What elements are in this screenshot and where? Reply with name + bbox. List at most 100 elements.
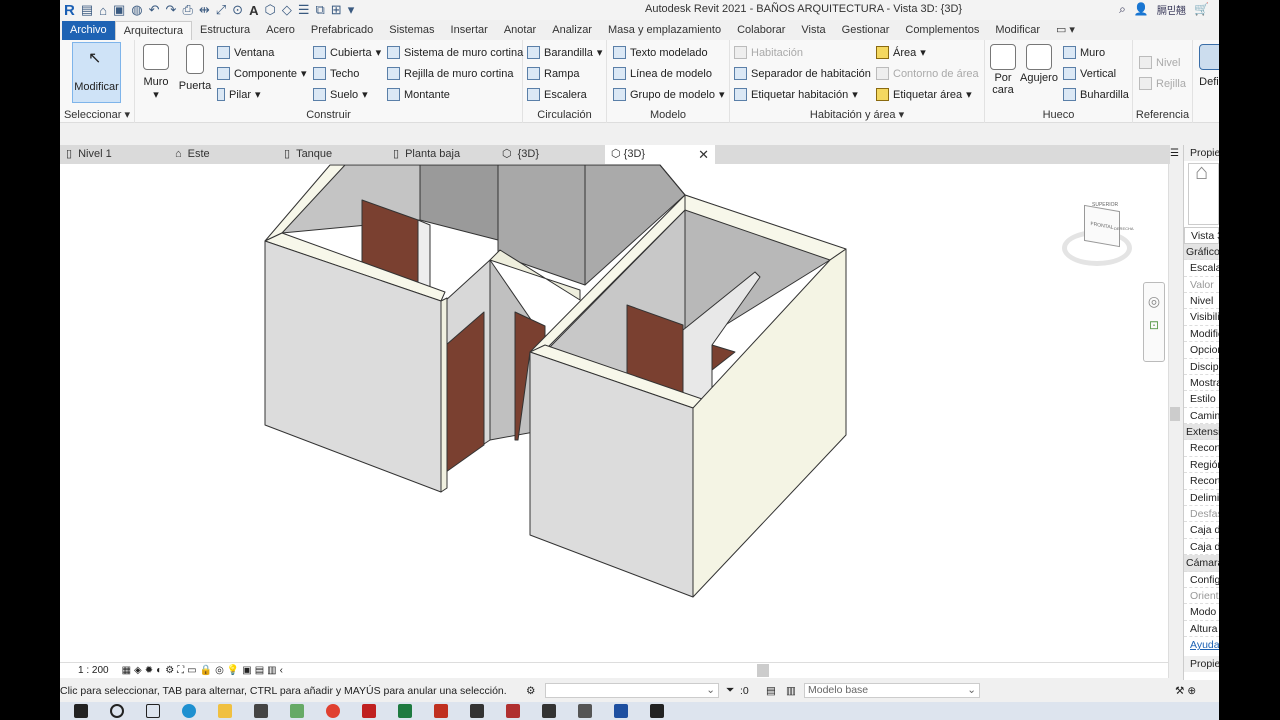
text-icon[interactable]: A — [249, 3, 258, 18]
horizontal-scroll-thumb[interactable] — [757, 664, 769, 677]
stair-button[interactable]: Escalera — [527, 88, 587, 101]
binoculars-icon[interactable]: ⌕ — [1119, 2, 1126, 17]
property-row[interactable]: Orientación — [1184, 588, 1219, 605]
room-separator-button[interactable]: Separador de habitación — [734, 67, 871, 80]
zoom-icon[interactable]: ⊡ — [1144, 318, 1164, 332]
view-tab-este[interactable]: ⌂ Este — [169, 145, 278, 164]
home-icon[interactable]: ▤ — [81, 2, 93, 18]
editable-only-icon[interactable]: ▤ — [766, 685, 776, 697]
crop-view-icon[interactable]: ⛶ — [177, 665, 184, 676]
view-tab-3d-active[interactable]: ⬡ {3D} ✕ — [605, 145, 715, 164]
wall-opening-button[interactable]: Muro — [1063, 46, 1105, 59]
viewcube-right-label[interactable]: DERECHA — [1114, 226, 1134, 231]
sync-icon[interactable]: ◍ — [131, 2, 142, 18]
door-button[interactable]: Puerta — [177, 44, 213, 92]
cart-icon[interactable]: 🛒 — [1194, 2, 1209, 17]
print-icon[interactable]: ⎙ — [182, 2, 192, 18]
thin-lines-icon[interactable]: ☰ — [298, 2, 310, 18]
tab-acero[interactable]: Acero — [258, 21, 303, 40]
worksets-icon[interactable]: ⚙ — [526, 685, 535, 697]
app-icon[interactable] — [506, 704, 520, 718]
constraints-icon[interactable]: ▥ — [267, 665, 276, 676]
excel-icon[interactable] — [398, 704, 412, 718]
railing-button[interactable]: Barandilla ▾ — [527, 46, 602, 59]
tag-icon[interactable]: ⊙ — [232, 2, 243, 18]
property-row[interactable]: Escala — [1184, 260, 1219, 277]
seleccionar-dropdown[interactable]: Seleccionar ▾ — [60, 108, 134, 121]
property-group[interactable]: Gráficos — [1184, 243, 1219, 261]
shaft-button[interactable]: Agujero — [1019, 44, 1059, 84]
switch-windows-icon[interactable]: ⊞ — [331, 2, 342, 18]
tab-archivo[interactable]: Archivo — [62, 21, 115, 40]
property-row[interactable]: Valor — [1184, 277, 1219, 293]
tab-analizar[interactable]: Analizar — [544, 21, 600, 40]
view-scale[interactable]: 1 : 200 — [78, 665, 109, 676]
user-icon[interactable]: 👤 — [1134, 2, 1149, 17]
steering-wheel-icon[interactable]: ◎ — [1144, 293, 1164, 310]
tab-anotar[interactable]: Anotar — [496, 21, 544, 40]
hide-isolate-icon[interactable]: ◎ — [215, 665, 224, 676]
tab-arquitectura[interactable]: Arquitectura — [114, 21, 192, 40]
visual-style-icon[interactable]: ◈ — [134, 665, 142, 676]
shadows-icon[interactable]: ◐ — [156, 665, 162, 676]
collapse-icon[interactable]: ‹ — [280, 665, 283, 676]
tabs-menu-icon[interactable]: ☰ — [1170, 148, 1179, 159]
property-group[interactable]: Cámara — [1184, 555, 1219, 572]
vertical-opening-button[interactable]: Vertical — [1063, 67, 1116, 80]
view-tab-tanque[interactable]: ▯ Tanque — [278, 145, 387, 164]
properties-tab[interactable]: Propiedades — [1184, 655, 1219, 672]
property-row[interactable]: Mostrar — [1184, 375, 1219, 392]
measure-icon[interactable]: ⇹ — [199, 2, 210, 18]
property-row[interactable]: Modo — [1184, 604, 1219, 621]
mullion-button[interactable]: Montante — [387, 88, 450, 101]
3d-view-icon[interactable]: ⬡ — [264, 2, 275, 18]
video-editor-icon[interactable] — [578, 704, 592, 718]
start-icon[interactable] — [74, 704, 88, 718]
property-row[interactable]: Caja de — [1184, 522, 1219, 539]
scroll-thumb[interactable] — [1170, 407, 1180, 421]
viewcube-top-label[interactable]: SUPERIOR — [1092, 202, 1118, 208]
mail-icon[interactable] — [254, 704, 268, 718]
habitacion-dropdown[interactable]: Habitación y área ▾ — [730, 108, 984, 121]
property-row[interactable]: Desfase — [1184, 506, 1219, 523]
filter-icon[interactable]: ⏷ — [726, 684, 734, 697]
property-row[interactable]: Estilo — [1184, 391, 1219, 408]
tab-estructura[interactable]: Estructura — [192, 21, 258, 40]
area-boundary-button[interactable]: Contorno de área — [876, 67, 979, 80]
component-button[interactable]: Componente ▾ — [217, 67, 307, 80]
acrobat-icon[interactable] — [362, 704, 376, 718]
ribbon-minimize-button[interactable]: ▭ ▾ — [1048, 21, 1083, 40]
property-row[interactable]: Camino — [1184, 408, 1219, 425]
open-icon[interactable]: ⌂ — [99, 3, 107, 18]
property-row[interactable]: Modificación — [1184, 326, 1219, 343]
curtain-grid-button[interactable]: Rejilla de muro cortina — [387, 67, 513, 80]
dimension-icon[interactable]: ⤢ — [216, 2, 226, 18]
property-row[interactable]: Altura — [1184, 621, 1219, 638]
tab-colaborar[interactable]: Colaborar — [729, 21, 793, 40]
tab-masa[interactable]: Masa y emplazamiento — [600, 21, 729, 40]
room-button[interactable]: Habitación — [734, 46, 803, 59]
property-row[interactable]: Caja de — [1184, 539, 1219, 556]
revit-taskbar-icon[interactable] — [614, 704, 628, 718]
property-group[interactable]: Extensión — [1184, 424, 1219, 441]
vertical-scrollbar[interactable] — [1168, 164, 1180, 678]
revit-logo-icon[interactable]: R — [64, 2, 75, 19]
tag-area-button[interactable]: Etiquetar área ▾ — [876, 88, 972, 101]
save-icon[interactable]: ▣ — [113, 2, 125, 18]
by-face-button[interactable]: Por cara — [989, 44, 1017, 96]
viewcube[interactable]: FRONTAL SUPERIOR DERECHA — [1062, 202, 1134, 274]
detail-level-icon[interactable]: ▦ — [122, 665, 131, 676]
model-group-button[interactable]: Grupo de modelo ▾ — [613, 88, 725, 101]
chrome-icon[interactable] — [326, 704, 340, 718]
customize-icon[interactable]: ▾ — [348, 2, 355, 18]
task-view-icon[interactable] — [146, 704, 160, 718]
reveal-hidden-icon[interactable]: 💡 — [227, 665, 239, 676]
section-icon[interactable]: ◇ — [282, 2, 292, 18]
curtain-system-button[interactable]: Sistema de muro cortina — [387, 46, 523, 59]
model-text-button[interactable]: Texto modelado — [613, 46, 708, 59]
user-name[interactable]: 膈믿翹 — [1157, 2, 1186, 17]
property-row[interactable]: Nivel — [1184, 293, 1219, 310]
property-row[interactable]: Región — [1184, 457, 1219, 474]
tab-complementos[interactable]: Complementos — [897, 21, 987, 40]
sun-path-icon[interactable]: ✹ — [145, 665, 153, 676]
